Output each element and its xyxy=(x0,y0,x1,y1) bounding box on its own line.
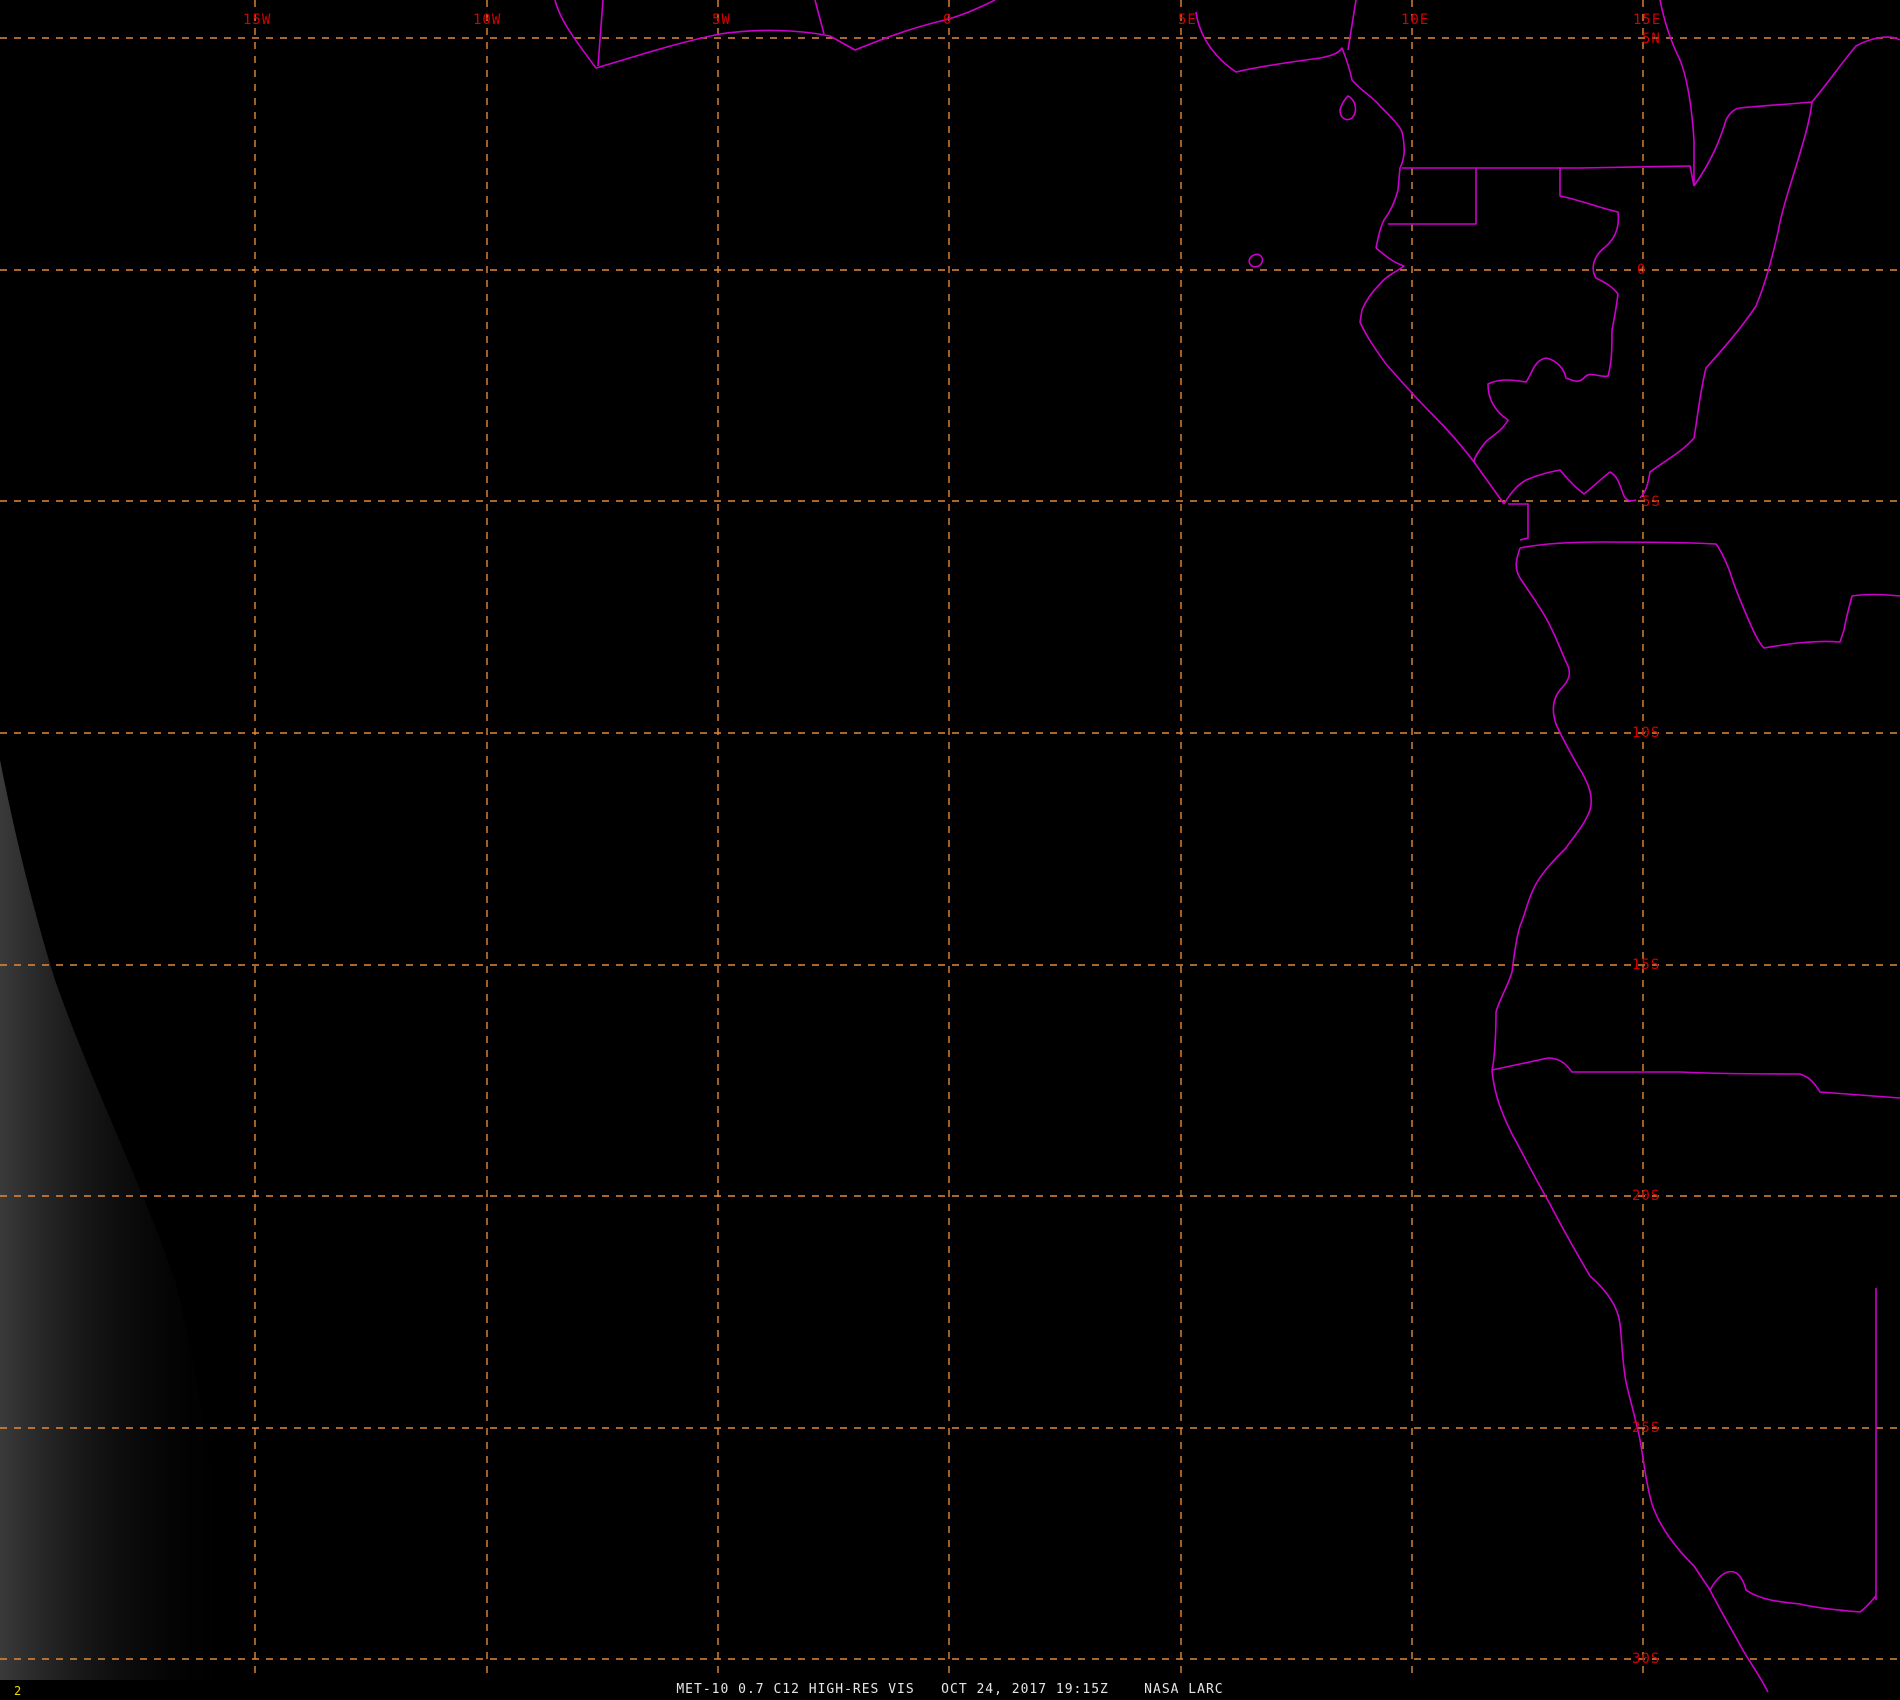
coastline-overlay xyxy=(554,0,1900,1693)
orange-river-border xyxy=(1709,1570,1877,1613)
lat-label-10s: 10S xyxy=(1632,725,1660,741)
lat-label-0: 0 xyxy=(1637,262,1646,278)
namibia-coast xyxy=(1491,1069,1711,1591)
rio-muni-border xyxy=(1388,167,1477,225)
lon-label-10e: 10E xyxy=(1401,12,1429,28)
sunlit-cloud-edge xyxy=(0,760,240,1680)
congo-gabon-border xyxy=(1558,165,1695,187)
angola-north-border xyxy=(1519,541,1900,649)
lon-label-15w: 15W xyxy=(243,12,271,28)
lon-label-5w: 5W xyxy=(712,12,731,28)
image-caption: MET-10 0.7 C12 HIGH-RES VIS OCT 24, 2017… xyxy=(676,1682,1224,1697)
drc-north-border xyxy=(1659,0,1695,186)
congo-mouth xyxy=(1503,469,1637,505)
namibia-north-border xyxy=(1491,1057,1900,1099)
lon-label-10w: 10W xyxy=(473,12,501,28)
west-africa-border-2 xyxy=(814,0,825,35)
south-africa-coast xyxy=(1709,1589,1769,1693)
lat-label-15s: 15S xyxy=(1632,957,1660,973)
gulf-of-guinea-coast xyxy=(554,0,996,69)
bioko-island xyxy=(1339,95,1357,121)
longitude-labels: 15W 10W 5W 0 5E 10E 15E xyxy=(243,12,1661,28)
lon-label-0: 0 xyxy=(943,12,952,28)
lat-label-20s: 20S xyxy=(1632,1188,1660,1204)
congo-east-border xyxy=(1639,101,1813,499)
lat-label-25s: 25S xyxy=(1632,1420,1660,1436)
lon-label-15e: 15E xyxy=(1633,12,1661,28)
lat-label-5n: 5N xyxy=(1642,31,1661,47)
cameroon-coast xyxy=(1195,11,1405,249)
angola-coast xyxy=(1491,547,1593,1071)
lat-label-5s: 5S xyxy=(1642,494,1661,510)
satellite-map: 15W 10W 5W 0 5E 10E 15E 5N 0 5S 10S 15S … xyxy=(0,0,1900,1700)
car-border xyxy=(1811,36,1900,103)
sao-tome-island xyxy=(1248,253,1264,268)
latitude-labels: 5N 0 5S 10S 15S 20S 25S 30S xyxy=(1632,31,1661,1667)
cabinda-border xyxy=(1508,503,1529,541)
lat-label-30s: 30S xyxy=(1632,1651,1660,1667)
map-canvas: 15W 10W 5W 0 5E 10E 15E 5N 0 5S 10S 15S … xyxy=(0,0,1900,1693)
lon-label-5e: 5E xyxy=(1178,12,1197,28)
west-africa-border-1 xyxy=(597,0,604,67)
gabon-coast xyxy=(1359,247,1505,505)
graticule-grid xyxy=(0,0,1900,1680)
gabon-north-border xyxy=(1473,167,1620,463)
cameroon-north-border xyxy=(1347,0,1357,51)
